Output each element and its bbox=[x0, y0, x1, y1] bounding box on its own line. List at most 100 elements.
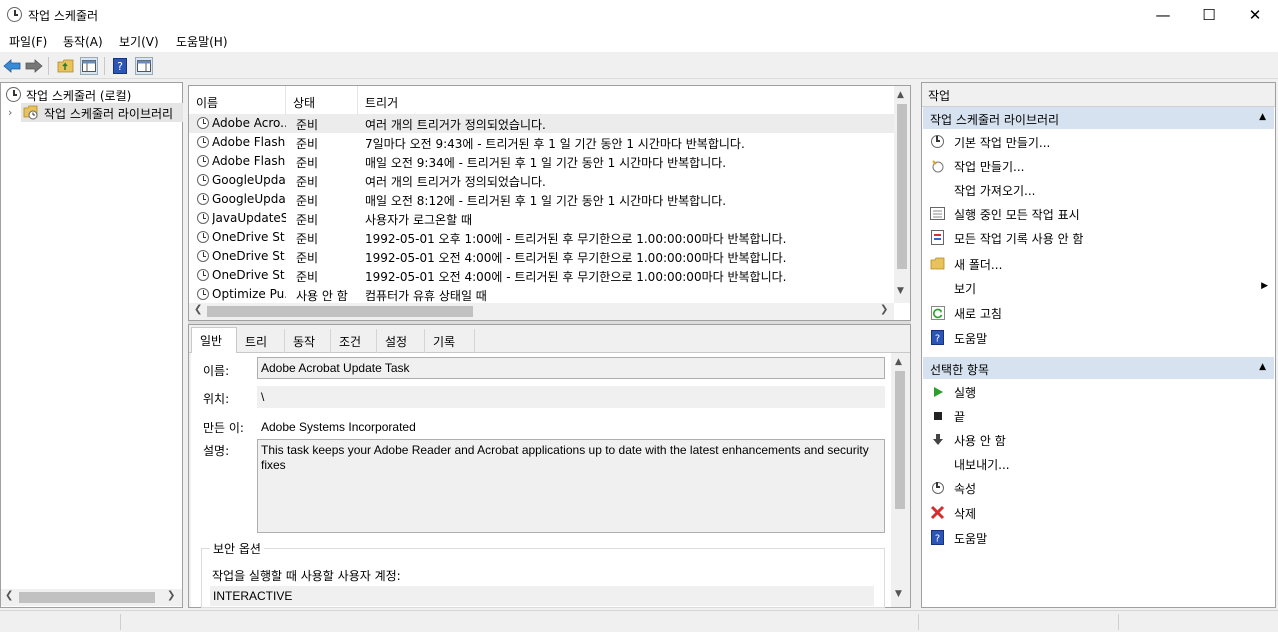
task-trigger: 컴퓨터가 유휴 상태일 때 bbox=[365, 289, 487, 303]
tree-hscrollbar[interactable]: ❮ ❯ bbox=[1, 589, 182, 606]
action-label: 작업 만들기... bbox=[954, 160, 1025, 174]
action-label: 도움말 bbox=[954, 332, 988, 346]
list-vscrollbar[interactable]: ▲ ▼ bbox=[894, 86, 910, 303]
column-status[interactable]: 상태 bbox=[286, 86, 358, 116]
task-name: OneDrive St... bbox=[212, 230, 286, 244]
table-row[interactable]: OneDrive St... 준비 1992-05-01 오전 4:00에 - … bbox=[189, 266, 894, 285]
table-row[interactable]: Optimize Pu... 사용 안 함 컴퓨터가 유휴 상태일 때 bbox=[189, 285, 894, 304]
task-trigger: 1992-05-01 오전 4:00에 - 트리거된 후 무기한으로 1.00:… bbox=[365, 251, 787, 265]
disable-icon bbox=[930, 432, 945, 447]
end-icon bbox=[930, 408, 945, 423]
table-row[interactable]: Adobe Acro... 준비 여러 개의 트리거가 정의되었습니다. bbox=[189, 114, 894, 133]
console-tree-icon[interactable] bbox=[80, 57, 98, 75]
forward-arrow-icon[interactable] bbox=[25, 57, 43, 75]
security-options-group: 보안 옵션 작업을 실행할 때 사용할 사용자 계정: INTERACTIVE bbox=[201, 540, 885, 608]
description-field[interactable]: This task keeps your Adobe Reader and Ac… bbox=[257, 439, 885, 533]
scroll-thumb[interactable] bbox=[19, 592, 155, 603]
task-clock-icon bbox=[197, 193, 209, 205]
task-clock-icon bbox=[197, 155, 209, 167]
menu-view[interactable]: 보기(V) bbox=[119, 33, 159, 50]
task-status: 사용 안 함 bbox=[296, 289, 348, 303]
task-name: Adobe Flash... bbox=[212, 154, 286, 168]
task-details: 일반 트리거 동작 조건 설정 기록 이름: Adobe Acrobat Upd… bbox=[188, 324, 911, 608]
expand-chevron-icon[interactable]: › bbox=[8, 106, 12, 119]
action-label: 실행 중인 모든 작업 표시 bbox=[954, 208, 1080, 222]
task-name: JavaUpdateS... bbox=[212, 211, 286, 225]
location-field[interactable]: \ bbox=[257, 386, 885, 408]
section-header-selected[interactable]: 선택한 항목 ▲ bbox=[923, 357, 1274, 379]
collapse-triangle-icon[interactable]: ▲ bbox=[1259, 362, 1266, 372]
folder-up-icon[interactable] bbox=[56, 57, 74, 75]
task-name: Optimize Pu... bbox=[212, 287, 286, 301]
column-name[interactable]: 이름 bbox=[189, 86, 286, 116]
table-row[interactable]: OneDrive St... 준비 1992-05-01 오후 1:00에 - … bbox=[189, 228, 894, 247]
delete-icon bbox=[930, 505, 945, 520]
tab-triggers[interactable]: 트리거 bbox=[237, 329, 285, 366]
tab-actions[interactable]: 동작 bbox=[285, 329, 331, 353]
scroll-down-icon[interactable]: ▼ bbox=[895, 589, 902, 599]
action-label: 도움말 bbox=[954, 532, 988, 546]
close-button[interactable]: ✕ bbox=[1232, 0, 1278, 30]
action-label: 실행 bbox=[954, 386, 977, 400]
scroll-up-icon[interactable]: ▲ bbox=[895, 357, 902, 367]
tab-conditions[interactable]: 조건 bbox=[331, 329, 377, 353]
scroll-left-icon[interactable]: ❮ bbox=[194, 304, 202, 315]
task-scheduler-app-icon bbox=[7, 7, 22, 22]
collapse-triangle-icon[interactable]: ▲ bbox=[1259, 112, 1266, 122]
action-label: 새로 고침 bbox=[954, 307, 1002, 321]
menu-help[interactable]: 도움말(H) bbox=[176, 33, 228, 50]
tab-general[interactable]: 일반 bbox=[191, 327, 237, 353]
help-icon[interactable]: ? bbox=[111, 57, 129, 75]
table-row[interactable]: JavaUpdateS... 준비 사용자가 로그온할 때 bbox=[189, 209, 894, 228]
table-row[interactable]: Adobe Flash... 준비 7일마다 오전 9:43에 - 트리거된 후… bbox=[189, 133, 894, 152]
task-clock-icon bbox=[197, 288, 209, 300]
column-trigger[interactable]: 트리거 bbox=[358, 86, 894, 116]
scroll-down-icon[interactable]: ▼ bbox=[897, 286, 904, 296]
tab-history[interactable]: 기록 bbox=[425, 329, 475, 353]
scroll-thumb[interactable] bbox=[207, 306, 473, 317]
task-trigger: 매일 오전 8:12에 - 트리거된 후 1 일 기간 동안 1 시간마다 반복… bbox=[365, 194, 727, 208]
submenu-arrow-icon: ▶ bbox=[1261, 281, 1268, 291]
task-name: GoogleUpda... bbox=[212, 173, 286, 187]
new-folder-icon bbox=[930, 256, 945, 271]
back-arrow-icon[interactable] bbox=[3, 57, 21, 75]
scroll-right-icon[interactable]: ❯ bbox=[167, 590, 175, 601]
tab-settings[interactable]: 설정 bbox=[377, 329, 425, 353]
minimize-button[interactable]: — bbox=[1140, 0, 1186, 30]
action-view[interactable]: 보기 ▶ bbox=[930, 277, 1268, 299]
table-row[interactable]: Adobe Flash... 준비 매일 오전 9:34에 - 트리거된 후 1… bbox=[189, 152, 894, 171]
action-pane-icon[interactable] bbox=[135, 57, 153, 75]
scroll-thumb[interactable] bbox=[895, 371, 905, 509]
scroll-left-icon[interactable]: ❮ bbox=[5, 590, 13, 601]
clock-wand-icon bbox=[930, 134, 945, 149]
account-field[interactable]: INTERACTIVE bbox=[210, 586, 874, 606]
status-bar bbox=[0, 610, 1278, 632]
toolbar-separator bbox=[48, 57, 49, 75]
scroll-thumb[interactable] bbox=[897, 104, 907, 269]
actions-title: 작업 bbox=[922, 83, 1275, 107]
name-field[interactable]: Adobe Acrobat Update Task bbox=[257, 357, 885, 379]
action-label: 속성 bbox=[954, 482, 977, 496]
task-history-icon bbox=[930, 230, 945, 245]
list-hscrollbar[interactable]: ❮ ❯ bbox=[189, 303, 894, 320]
table-row[interactable]: GoogleUpda... 준비 여러 개의 트리거가 정의되었습니다. bbox=[189, 171, 894, 190]
status-divider bbox=[120, 614, 121, 630]
action-label: 내보내기... bbox=[954, 458, 1010, 472]
help-icon: ? bbox=[930, 530, 945, 545]
section-header-library[interactable]: 작업 스케줄러 라이브러리 ▲ bbox=[923, 107, 1274, 129]
scroll-right-icon[interactable]: ❯ bbox=[880, 304, 888, 315]
table-row[interactable]: OneDrive St... 준비 1992-05-01 오전 4:00에 - … bbox=[189, 247, 894, 266]
details-vscrollbar[interactable]: ▲ ▼ bbox=[891, 353, 908, 607]
task-clock-icon bbox=[197, 174, 209, 186]
table-row[interactable]: GoogleUpda... 준비 매일 오전 8:12에 - 트리거된 후 1 … bbox=[189, 190, 894, 209]
tree-root-label[interactable]: 작업 스케줄러 (로컬) bbox=[26, 87, 131, 104]
library-folder-icon bbox=[23, 105, 39, 123]
menu-file[interactable]: 파일(F) bbox=[9, 33, 47, 50]
tree-item-library[interactable]: 작업 스케줄러 라이브러리 bbox=[21, 103, 183, 122]
scroll-up-icon[interactable]: ▲ bbox=[897, 90, 904, 100]
detail-tabstrip: 일반 트리거 동작 조건 설정 기록 bbox=[189, 325, 910, 366]
maximize-button[interactable]: ☐ bbox=[1186, 0, 1232, 30]
action-label: 끝 bbox=[954, 410, 966, 424]
console-tree: 작업 스케줄러 (로컬) › 작업 스케줄러 라이브러리 ❮ ❯ bbox=[0, 82, 183, 608]
menu-action[interactable]: 동작(A) bbox=[63, 33, 103, 50]
